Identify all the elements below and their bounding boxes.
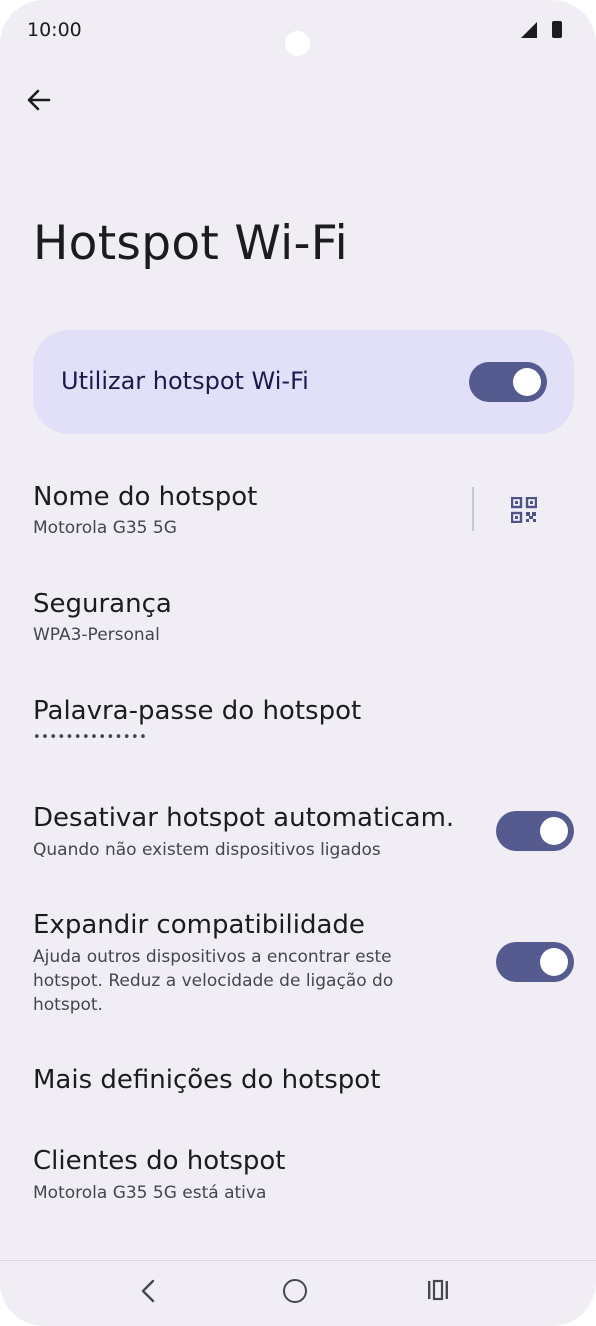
hotspot-name-title: Nome do hotspot <box>33 482 258 512</box>
security-title: Segurança <box>33 589 172 619</box>
status-bar: 10:00 <box>0 0 596 62</box>
toggle-knob <box>513 368 541 396</box>
more-settings-title: Mais definições do hotspot <box>33 1065 381 1095</box>
qr-code-icon[interactable] <box>511 497 537 523</box>
page-title: Hotspot Wi-Fi <box>33 216 348 271</box>
toggle-knob <box>540 948 568 976</box>
nav-back-icon[interactable] <box>137 1279 159 1303</box>
signal-icon <box>521 22 537 38</box>
security-value: WPA3-Personal <box>33 625 160 645</box>
hotspot-clients-subtitle: Motorola G35 5G está ativa <box>33 1183 267 1203</box>
vertical-divider <box>472 487 474 531</box>
front-camera <box>285 31 310 56</box>
main-switch-label: Utilizar hotspot Wi-Fi <box>61 367 309 395</box>
main-hotspot-toggle[interactable] <box>469 362 547 402</box>
extend-compatibility-title: Expandir compatibilidade <box>33 910 365 940</box>
nav-home-icon[interactable] <box>283 1279 307 1303</box>
auto-off-toggle[interactable] <box>496 811 574 851</box>
navigation-bar <box>0 1260 596 1326</box>
extend-compatibility-subtitle: Ajuda outros dispositivos a encontrar es… <box>33 947 394 1015</box>
auto-off-title: Desativar hotspot automaticam. <box>33 803 455 833</box>
password-value: •••••••••••••• <box>33 730 148 745</box>
hotspot-name-value: Motorola G35 5G <box>33 518 177 538</box>
nav-recents-icon[interactable] <box>426 1279 450 1301</box>
password-title: Palavra-passe do hotspot <box>33 696 362 726</box>
status-time: 10:00 <box>27 19 82 41</box>
battery-icon <box>552 21 562 38</box>
back-arrow-icon[interactable] <box>24 85 54 115</box>
extend-compatibility-toggle[interactable] <box>496 942 574 982</box>
toggle-knob <box>540 817 568 845</box>
main-switch-card[interactable]: Utilizar hotspot Wi-Fi <box>33 330 574 434</box>
phone-screen: 10:00 Hotspot Wi-Fi Utilizar hotspot Wi-… <box>0 0 596 1326</box>
hotspot-clients-title: Clientes do hotspot <box>33 1146 286 1176</box>
auto-off-subtitle: Quando não existem dispositivos ligados <box>33 840 381 860</box>
